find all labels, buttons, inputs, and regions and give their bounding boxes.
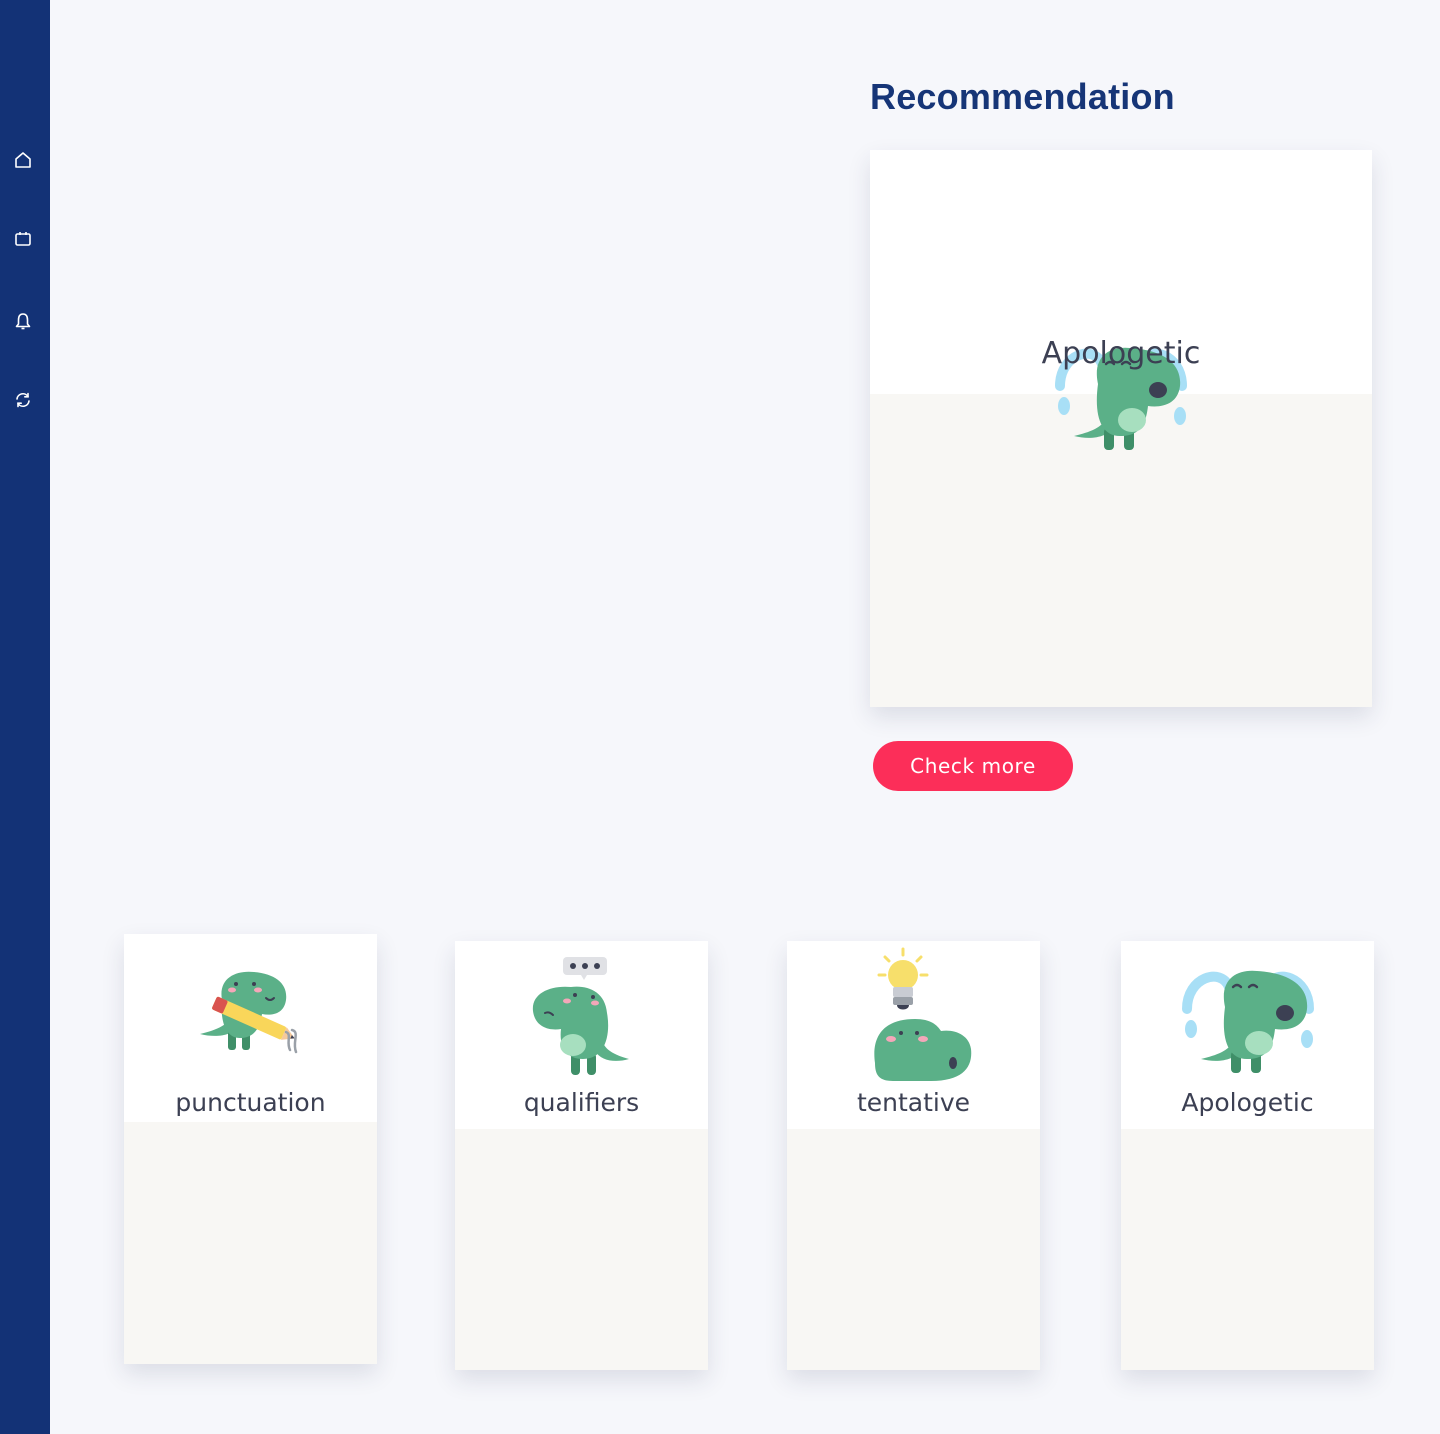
check-more-button[interactable]: Check more	[873, 741, 1073, 791]
card-label: qualifiers	[523, 1088, 640, 1117]
card-label: tentative	[856, 1088, 971, 1117]
card-label: Apologetic	[1041, 336, 1201, 371]
sidebar	[0, 0, 50, 1434]
calendar-icon[interactable]	[12, 228, 34, 250]
card-label: punctuation	[175, 1088, 326, 1117]
category-card-tentative[interactable]: tentative	[787, 941, 1040, 1370]
bell-icon[interactable]	[12, 310, 34, 332]
dinosaur-pencil-icon	[200, 971, 298, 1054]
recommendation-card[interactable]: Apologetic	[870, 150, 1372, 707]
refresh-icon[interactable]	[12, 389, 34, 411]
category-card-apologetic[interactable]: Apologetic	[1121, 941, 1374, 1370]
recommendation-title: Recommendation	[870, 76, 1175, 117]
home-icon[interactable]	[12, 149, 34, 171]
crying-dinosaur-icon	[1182, 970, 1314, 1073]
dinosaur-thinking-icon	[532, 957, 629, 1075]
dinosaur-lightbulb-icon	[874, 947, 972, 1081]
card-label: Apologetic	[1181, 1088, 1314, 1117]
category-card-punctuation[interactable]: punctuation	[124, 934, 377, 1364]
category-card-qualifiers[interactable]: qualifiers	[455, 941, 708, 1370]
